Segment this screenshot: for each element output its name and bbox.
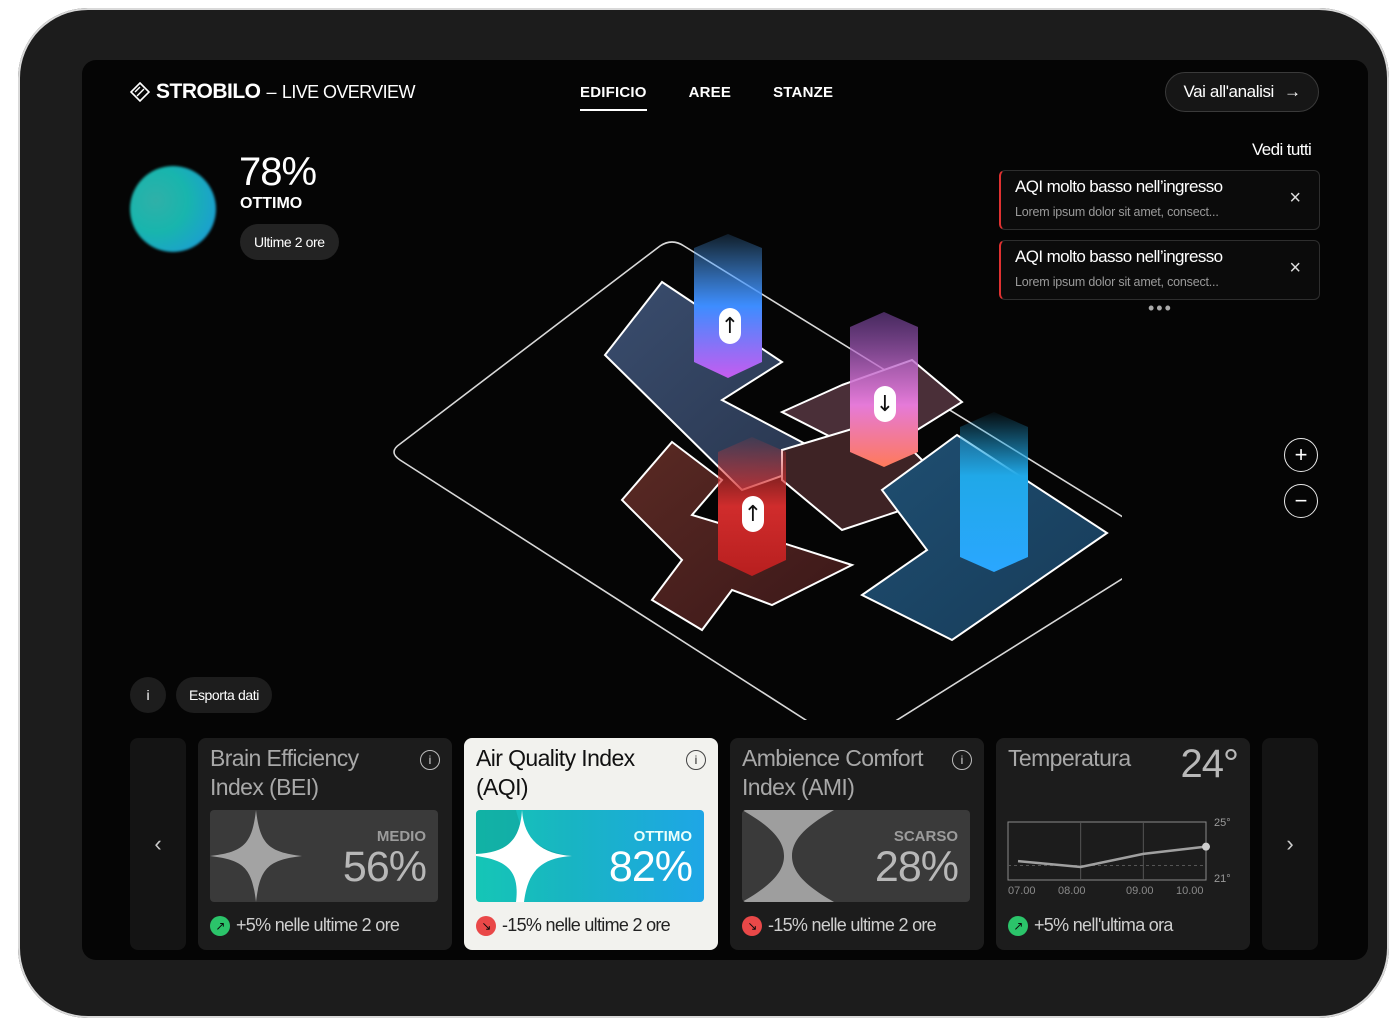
tab-edificio[interactable]: EDIFICIO xyxy=(580,84,647,111)
x-tick-label: 10.00 xyxy=(1176,885,1204,897)
tower-cyan[interactable] xyxy=(960,412,1028,572)
x-tick-label: 08.00 xyxy=(1058,885,1086,897)
period-chip[interactable]: Ultime 2 ore xyxy=(240,224,339,260)
y-tick-label: 25° xyxy=(1214,817,1231,829)
sensor-marker-up[interactable]: ↑ xyxy=(742,496,764,532)
close-icon[interactable]: × xyxy=(1289,187,1301,210)
x-tick-label: 07.00 xyxy=(1008,885,1036,897)
sensor-marker-down[interactable]: ↓ xyxy=(874,386,896,422)
trend-down-icon: ↘ xyxy=(742,915,762,936)
temperature-chart: 25° 21° 07.00 08.00 09.00 10.00 xyxy=(1007,817,1231,897)
overall-grade: OTTIMO xyxy=(240,195,303,212)
chevron-left-icon: ‹ xyxy=(154,831,162,856)
card-trend-text: +5% nell'ultima ora xyxy=(1034,915,1173,935)
info-icon[interactable]: i xyxy=(420,750,440,770)
card-title: Brain Efficiency Index (BEI) xyxy=(210,745,359,800)
card-trend: ↗ +5% nell'ultima ora xyxy=(1008,915,1173,936)
info-button[interactable]: i xyxy=(130,677,166,713)
card-value: 82% xyxy=(608,843,693,891)
score-orb xyxy=(130,166,216,252)
export-data-button[interactable]: Esporta dati xyxy=(176,677,272,713)
y-tick-label: 21° xyxy=(1214,873,1231,885)
temperature-series-line xyxy=(1017,845,1207,869)
sensor-marker-up[interactable]: ↑ xyxy=(719,308,741,344)
svg-text:↑: ↑ xyxy=(744,502,762,527)
see-all-alerts-link[interactable]: Vedi tutti xyxy=(1252,140,1312,160)
ami-gauge: SCARSO 28% xyxy=(742,810,970,902)
arrow-right-icon: → xyxy=(1283,82,1301,101)
tablet-frame: STROBILO – LIVE OVERVIEW EDIFICIO AREE S… xyxy=(18,8,1389,1018)
svg-text:↑: ↑ xyxy=(721,314,739,339)
zoom-in-button[interactable]: + xyxy=(1284,438,1318,472)
page-subtitle: LIVE OVERVIEW xyxy=(281,81,416,102)
overall-score: 78% xyxy=(239,150,317,194)
svg-text:↓: ↓ xyxy=(876,392,894,417)
card-trend-text: -15% nelle ultime 2 ore xyxy=(768,915,937,935)
card-trend-text: +5% nelle ultime 2 ore xyxy=(236,915,400,935)
trend-up-icon: ↗ xyxy=(1008,915,1028,936)
temperature-point xyxy=(1202,842,1210,851)
app-screen: STROBILO – LIVE OVERVIEW EDIFICIO AREE S… xyxy=(82,60,1368,960)
temperature-value: 24° xyxy=(1180,742,1239,786)
go-to-analysis-label: Vai all'analisi xyxy=(1183,82,1274,101)
card-trend: ↘ -15% nelle ultime 2 ore xyxy=(476,915,671,936)
go-to-analysis-button[interactable]: Vai all'analisi → xyxy=(1165,72,1319,112)
aqi-gauge: OTTIMO 82% xyxy=(476,810,704,902)
card-trend: ↘ -15% nelle ultime 2 ore xyxy=(742,915,937,936)
card-title: Air Quality Index (AQI) xyxy=(476,745,635,800)
more-alerts-dots[interactable]: ••• xyxy=(1148,298,1173,319)
info-icon[interactable]: i xyxy=(686,750,706,770)
card-trend: ↗ +5% nelle ultime 2 ore xyxy=(210,915,400,936)
bei-card[interactable]: Brain Efficiency Index (BEI) i MEDIO 56%… xyxy=(198,738,452,950)
carousel-next-button[interactable]: › xyxy=(1262,738,1318,950)
bei-gauge: MEDIO 56% xyxy=(210,810,438,902)
close-icon[interactable]: × xyxy=(1289,257,1301,280)
aqi-card[interactable]: Air Quality Index (AQI) i OTTIMO 82% ↘ -… xyxy=(464,738,718,950)
title-separator: – xyxy=(266,81,277,102)
card-title: Temperatura xyxy=(1008,745,1131,771)
card-title: Ambience Comfort Index (AMI) xyxy=(742,745,923,800)
zoom-out-button[interactable]: − xyxy=(1284,484,1318,518)
tab-stanze[interactable]: STANZE xyxy=(773,84,833,111)
main-nav: EDIFICIO AREE STANZE xyxy=(580,84,833,111)
x-tick-label: 09.00 xyxy=(1126,885,1154,897)
carousel-prev-button[interactable]: ‹ xyxy=(130,738,186,950)
card-value: 28% xyxy=(874,843,959,891)
info-icon[interactable]: i xyxy=(952,750,972,770)
trend-up-icon: ↗ xyxy=(210,915,230,936)
ami-card[interactable]: Ambience Comfort Index (AMI) i SCARSO 28… xyxy=(730,738,984,950)
building-map[interactable]: ↑ ↓ ↑ xyxy=(332,170,1122,720)
trend-down-icon: ↘ xyxy=(476,915,496,936)
strobilo-logo-icon xyxy=(130,82,150,102)
brand-name: STROBILO xyxy=(156,80,261,103)
card-value: 56% xyxy=(342,843,427,891)
tab-aree[interactable]: AREE xyxy=(689,84,731,111)
temperature-card[interactable]: Temperatura 24° 25° 21° 07.00 08.00 09.00 10.… xyxy=(996,738,1250,950)
tower-blue[interactable] xyxy=(694,234,762,378)
app-logo[interactable]: STROBILO – LIVE OVERVIEW xyxy=(130,80,415,104)
chevron-right-icon: › xyxy=(1286,831,1294,856)
card-trend-text: -15% nelle ultime 2 ore xyxy=(502,915,671,935)
